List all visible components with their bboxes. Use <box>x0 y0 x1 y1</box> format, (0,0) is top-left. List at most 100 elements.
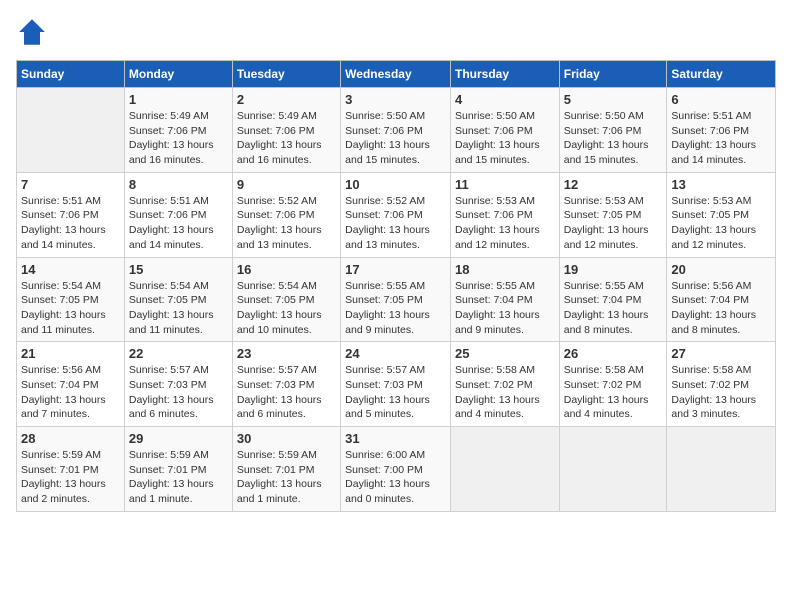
day-number: 15 <box>129 262 228 277</box>
cell-info: Sunrise: 5:51 AMSunset: 7:06 PMDaylight:… <box>21 194 120 253</box>
calendar-cell: 28 Sunrise: 5:59 AMSunset: 7:01 PMDayligh… <box>17 427 125 512</box>
day-number: 21 <box>21 346 120 361</box>
cell-info: Sunrise: 5:58 AMSunset: 7:02 PMDaylight:… <box>455 363 555 422</box>
calendar-cell: 15 Sunrise: 5:54 AMSunset: 7:05 PMDayligh… <box>124 257 232 342</box>
calendar-cell: 9 Sunrise: 5:52 AMSunset: 7:06 PMDaylight… <box>232 172 340 257</box>
cell-info: Sunrise: 5:50 AMSunset: 7:06 PMDaylight:… <box>455 109 555 168</box>
column-header-friday: Friday <box>559 61 667 88</box>
column-header-tuesday: Tuesday <box>232 61 340 88</box>
header-row: SundayMondayTuesdayWednesdayThursdayFrid… <box>17 61 776 88</box>
day-number: 8 <box>129 177 228 192</box>
day-number: 26 <box>564 346 663 361</box>
column-header-sunday: Sunday <box>17 61 125 88</box>
cell-info: Sunrise: 5:51 AMSunset: 7:06 PMDaylight:… <box>671 109 771 168</box>
day-number: 30 <box>237 431 336 446</box>
week-row: 1 Sunrise: 5:49 AMSunset: 7:06 PMDaylight… <box>17 88 776 173</box>
day-number: 1 <box>129 92 228 107</box>
week-row: 21 Sunrise: 5:56 AMSunset: 7:04 PMDayligh… <box>17 342 776 427</box>
day-number: 9 <box>237 177 336 192</box>
cell-info: Sunrise: 5:52 AMSunset: 7:06 PMDaylight:… <box>237 194 336 253</box>
calendar-cell: 16 Sunrise: 5:54 AMSunset: 7:05 PMDayligh… <box>232 257 340 342</box>
calendar-cell: 8Sunrise: 5:51 AMSunset: 7:06 PMDaylight… <box>124 172 232 257</box>
day-number: 24 <box>345 346 446 361</box>
day-number: 25 <box>455 346 555 361</box>
cell-info: Sunrise: 5:58 AMSunset: 7:02 PMDaylight:… <box>671 363 771 422</box>
cell-info: Sunrise: 5:59 AMSunset: 7:01 PMDaylight:… <box>21 448 120 507</box>
cell-info: Sunrise: 5:55 AMSunset: 7:04 PMDaylight:… <box>455 279 555 338</box>
day-number: 22 <box>129 346 228 361</box>
logo-icon <box>16 16 48 48</box>
day-number: 5 <box>564 92 663 107</box>
calendar-cell: 17 Sunrise: 5:55 AMSunset: 7:05 PMDayligh… <box>341 257 451 342</box>
calendar-cell: 26 Sunrise: 5:58 AMSunset: 7:02 PMDayligh… <box>559 342 667 427</box>
cell-info: Sunrise: 5:57 AMSunset: 7:03 PMDaylight:… <box>345 363 446 422</box>
day-number: 4 <box>455 92 555 107</box>
calendar-cell: 13Sunrise: 5:53 AMSunset: 7:05 PMDayligh… <box>667 172 776 257</box>
calendar-cell: 19 Sunrise: 5:55 AMSunset: 7:04 PMDayligh… <box>559 257 667 342</box>
calendar-cell: 27Sunrise: 5:58 AMSunset: 7:02 PMDayligh… <box>667 342 776 427</box>
calendar-cell: 1Sunrise: 5:49 AMSunset: 7:06 PMDaylight… <box>124 88 232 173</box>
day-number: 3 <box>345 92 446 107</box>
day-number: 17 <box>345 262 446 277</box>
cell-info: Sunrise: 5:55 AMSunset: 7:04 PMDaylight:… <box>564 279 663 338</box>
calendar-cell: 25 Sunrise: 5:58 AMSunset: 7:02 PMDayligh… <box>450 342 559 427</box>
calendar-cell: 24 Sunrise: 5:57 AMSunset: 7:03 PMDayligh… <box>341 342 451 427</box>
cell-info: Sunrise: 5:56 AMSunset: 7:04 PMDaylight:… <box>671 279 771 338</box>
day-number: 2 <box>237 92 336 107</box>
column-header-thursday: Thursday <box>450 61 559 88</box>
calendar-cell: 11Sunrise: 5:53 AMSunset: 7:06 PMDayligh… <box>450 172 559 257</box>
column-header-monday: Monday <box>124 61 232 88</box>
cell-info: Sunrise: 5:50 AMSunset: 7:06 PMDaylight:… <box>345 109 446 168</box>
day-number: 10 <box>345 177 446 192</box>
cell-info: Sunrise: 5:53 AMSunset: 7:05 PMDaylight:… <box>564 194 663 253</box>
day-number: 13 <box>671 177 771 192</box>
cell-info: Sunrise: 5:58 AMSunset: 7:02 PMDaylight:… <box>564 363 663 422</box>
day-number: 6 <box>671 92 771 107</box>
calendar-cell: 6 Sunrise: 5:51 AMSunset: 7:06 PMDaylight… <box>667 88 776 173</box>
calendar-cell: 14 Sunrise: 5:54 AMSunset: 7:05 PMDayligh… <box>17 257 125 342</box>
column-header-saturday: Saturday <box>667 61 776 88</box>
calendar-cell: 12 Sunrise: 5:53 AMSunset: 7:05 PMDayligh… <box>559 172 667 257</box>
page-header <box>16 16 776 48</box>
day-number: 28 <box>21 431 120 446</box>
calendar-table: SundayMondayTuesdayWednesdayThursdayFrid… <box>16 60 776 512</box>
day-number: 18 <box>455 262 555 277</box>
calendar-cell <box>559 427 667 512</box>
day-number: 16 <box>237 262 336 277</box>
calendar-cell: 4 Sunrise: 5:50 AMSunset: 7:06 PMDaylight… <box>450 88 559 173</box>
logo <box>16 16 52 48</box>
calendar-cell <box>17 88 125 173</box>
cell-info: Sunrise: 5:53 AMSunset: 7:06 PMDaylight:… <box>455 194 555 253</box>
cell-info: Sunrise: 5:54 AMSunset: 7:05 PMDaylight:… <box>21 279 120 338</box>
calendar-cell: 23Sunrise: 5:57 AMSunset: 7:03 PMDayligh… <box>232 342 340 427</box>
cell-info: Sunrise: 5:57 AMSunset: 7:03 PMDaylight:… <box>237 363 336 422</box>
cell-info: Sunrise: 5:56 AMSunset: 7:04 PMDaylight:… <box>21 363 120 422</box>
calendar-cell <box>667 427 776 512</box>
week-row: 14 Sunrise: 5:54 AMSunset: 7:05 PMDayligh… <box>17 257 776 342</box>
cell-info: Sunrise: 5:54 AMSunset: 7:05 PMDaylight:… <box>237 279 336 338</box>
calendar-cell: 3 Sunrise: 5:50 AMSunset: 7:06 PMDaylight… <box>341 88 451 173</box>
calendar-cell: 10 Sunrise: 5:52 AMSunset: 7:06 PMDayligh… <box>341 172 451 257</box>
column-header-wednesday: Wednesday <box>341 61 451 88</box>
day-number: 14 <box>21 262 120 277</box>
day-number: 20 <box>671 262 771 277</box>
calendar-cell: 2 Sunrise: 5:49 AMSunset: 7:06 PMDaylight… <box>232 88 340 173</box>
cell-info: Sunrise: 5:49 AMSunset: 7:06 PMDaylight:… <box>237 109 336 168</box>
week-row: 7Sunrise: 5:51 AMSunset: 7:06 PMDaylight… <box>17 172 776 257</box>
week-row: 28 Sunrise: 5:59 AMSunset: 7:01 PMDayligh… <box>17 427 776 512</box>
calendar-header: SundayMondayTuesdayWednesdayThursdayFrid… <box>17 61 776 88</box>
day-number: 19 <box>564 262 663 277</box>
cell-info: Sunrise: 5:52 AMSunset: 7:06 PMDaylight:… <box>345 194 446 253</box>
cell-info: Sunrise: 5:59 AMSunset: 7:01 PMDaylight:… <box>237 448 336 507</box>
cell-info: Sunrise: 5:57 AMSunset: 7:03 PMDaylight:… <box>129 363 228 422</box>
cell-info: Sunrise: 5:54 AMSunset: 7:05 PMDaylight:… <box>129 279 228 338</box>
cell-info: Sunrise: 5:50 AMSunset: 7:06 PMDaylight:… <box>564 109 663 168</box>
calendar-cell: 30 Sunrise: 5:59 AMSunset: 7:01 PMDayligh… <box>232 427 340 512</box>
calendar-body: 1 Sunrise: 5:49 AMSunset: 7:06 PMDaylight… <box>17 88 776 512</box>
cell-info: Sunrise: 5:55 AMSunset: 7:05 PMDaylight:… <box>345 279 446 338</box>
calendar-cell: 7Sunrise: 5:51 AMSunset: 7:06 PMDaylight… <box>17 172 125 257</box>
day-number: 29 <box>129 431 228 446</box>
cell-info: Sunrise: 6:00 AMSunset: 7:00 PMDaylight:… <box>345 448 446 507</box>
calendar-cell: 29Sunrise: 5:59 AMSunset: 7:01 PMDayligh… <box>124 427 232 512</box>
day-number: 12 <box>564 177 663 192</box>
